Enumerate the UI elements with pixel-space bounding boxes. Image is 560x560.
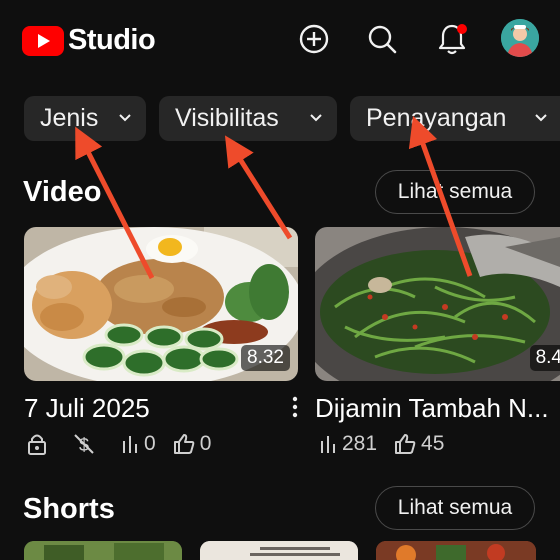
video-duration: 8.32 (241, 345, 290, 371)
more-options-button[interactable] (290, 396, 300, 418)
chevron-down-icon (119, 114, 131, 122)
filter-chip-label: Jenis (40, 104, 99, 132)
short-thumbnail[interactable] (376, 541, 536, 560)
video-thumbnail[interactable]: 8.4 (315, 227, 560, 381)
avatar-image (501, 19, 539, 57)
video-thumbnail[interactable]: 8.32 (24, 227, 298, 381)
views-bar-chart-icon (123, 436, 137, 453)
search-button[interactable] (365, 22, 399, 56)
filter-chip-visibility[interactable]: Visibilitas (159, 96, 337, 141)
filter-chip-views[interactable]: Penayangan (350, 96, 560, 141)
short-thumbnail[interactable] (24, 541, 182, 560)
video-section-title: Video (23, 176, 102, 208)
shorts-see-all-button[interactable]: Lihat semua (375, 486, 535, 530)
like-count: 45 (393, 432, 444, 456)
app-header: Studio (0, 0, 560, 80)
thumbs-up-icon (395, 434, 416, 454)
youtube-logo-icon (22, 25, 64, 56)
view-count: 281 (318, 432, 377, 456)
visibility-status (26, 432, 48, 456)
video-title[interactable]: Dijamin Tambah N... (315, 393, 549, 424)
filter-chip-type[interactable]: Jenis (24, 96, 146, 141)
short-thumbnail-image (376, 541, 536, 560)
like-count-value: 0 (199, 432, 212, 455)
video-title[interactable]: 7 Juli 2025 (24, 393, 150, 424)
avatar[interactable] (501, 19, 539, 57)
create-button[interactable] (297, 22, 331, 56)
notification-badge (457, 24, 467, 34)
studio-logo[interactable]: Studio (22, 24, 156, 57)
video-thumbnail-image (315, 227, 560, 381)
thumbs-up-icon (173, 434, 195, 454)
search-icon (368, 25, 397, 54)
short-thumbnail[interactable] (200, 541, 358, 560)
logo-text: Studio (68, 24, 156, 56)
like-count-value: 45 (421, 432, 445, 455)
shorts-section-title: Shorts (23, 493, 115, 525)
notifications-button[interactable] (435, 22, 469, 56)
chevron-down-icon (535, 114, 547, 122)
monetization-off-icon: $ (74, 434, 94, 455)
video-meta: $ 0 0 (26, 432, 227, 456)
filter-chip-label: Penayangan (366, 104, 507, 132)
views-bar-chart-icon (321, 436, 335, 453)
short-thumbnail-image (200, 541, 358, 560)
chevron-down-icon (310, 114, 322, 122)
filter-chip-label: Visibilitas (175, 104, 279, 132)
monetization-status: $ (72, 432, 96, 456)
short-thumbnail-image (24, 541, 182, 560)
video-see-all-button[interactable]: Lihat semua (375, 170, 535, 214)
video-duration: 8.4 (529, 345, 560, 371)
annotation-arrow (224, 135, 293, 240)
view-count: 0 (120, 432, 156, 456)
create-icon (299, 24, 329, 54)
video-meta: 281 45 (318, 432, 460, 456)
more-vert-icon (292, 396, 298, 418)
view-count-value: 281 (342, 432, 378, 455)
lock-icon (28, 434, 46, 455)
view-count-value: 0 (144, 432, 156, 455)
like-count: 0 (172, 432, 212, 456)
